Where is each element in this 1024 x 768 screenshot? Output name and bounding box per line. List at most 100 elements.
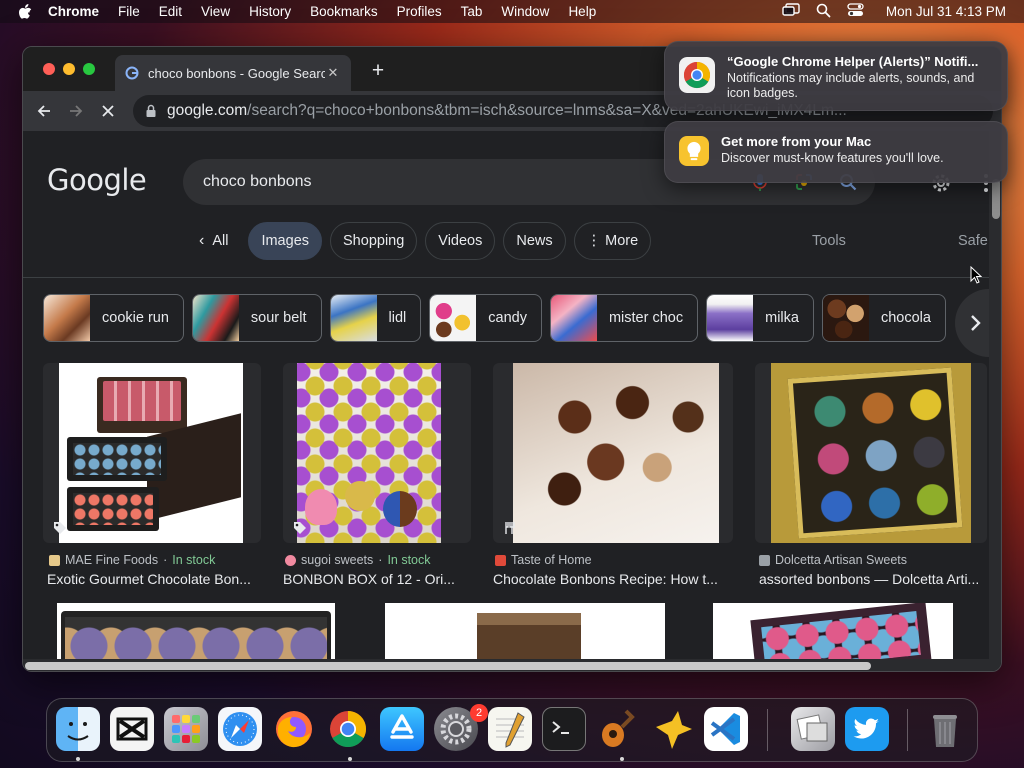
related-chip[interactable]: cookie run [43, 294, 184, 342]
tab-shopping[interactable]: Shopping [330, 222, 418, 260]
textedit-icon[interactable] [488, 707, 532, 751]
apple-menu-icon[interactable] [16, 3, 34, 21]
result-title[interactable]: Exotic Gourmet Chocolate Bon... [47, 571, 259, 587]
fullscreen-window-button[interactable] [83, 63, 95, 75]
related-chip[interactable]: sour belt [191, 294, 322, 342]
garageband-icon[interactable] [596, 707, 640, 751]
related-chip[interactable]: lidl [329, 294, 422, 342]
result-title[interactable]: assorted bonbons — Dolcetta Arti... [759, 571, 985, 587]
safesearch-button[interactable]: Safe [958, 233, 988, 249]
tab-videos[interactable]: Videos [425, 222, 496, 260]
result-image-bonbon-rows [297, 363, 441, 543]
menu-edit[interactable]: Edit [159, 4, 182, 19]
image-result[interactable]: Dolcetta Artisan Sweets assorted bonbons… [755, 363, 989, 593]
tab-news[interactable]: News [503, 222, 566, 260]
result-image[interactable] [385, 603, 665, 663]
menu-profiles[interactable]: Profiles [397, 4, 442, 19]
related-chip[interactable]: mister choc [549, 294, 699, 342]
result-title[interactable]: Chocolate Bonbons Recipe: How t... [493, 571, 727, 587]
result-image[interactable] [43, 363, 261, 543]
pointer-app-icon[interactable] [650, 707, 694, 751]
result-source[interactable]: sugoi sweets · In stock [285, 553, 431, 567]
google-logo[interactable]: Google [47, 163, 147, 197]
menu-view[interactable]: View [201, 4, 230, 19]
related-label: candy [488, 310, 527, 326]
finder-icon[interactable] [56, 707, 100, 751]
menu-history[interactable]: History [249, 4, 291, 19]
related-thumbnail [192, 295, 239, 341]
result-source[interactable]: Taste of Home [495, 553, 592, 567]
result-image-brown-box [477, 613, 581, 663]
launchpad-icon[interactable] [164, 707, 208, 751]
horizontal-scrollbar[interactable] [23, 659, 989, 671]
back-arrow-icon[interactable] [33, 100, 55, 122]
result-image[interactable] [493, 363, 733, 543]
forward-arrow-icon[interactable] [65, 100, 87, 122]
horizontal-scroll-thumb[interactable] [25, 662, 871, 670]
firefox-icon[interactable] [272, 707, 316, 751]
header-divider [23, 277, 989, 278]
stop-loading-icon[interactable] [97, 100, 119, 122]
spotlight-search-icon[interactable] [816, 3, 831, 21]
result-image[interactable] [57, 603, 335, 663]
result-source[interactable]: Dolcetta Artisan Sweets [759, 553, 907, 567]
image-result[interactable]: sugoi sweets · In stock BONBON BOX of 12… [283, 363, 473, 593]
tab-more[interactable]: ⋮ More [573, 222, 652, 260]
tab-images[interactable]: Images [248, 222, 323, 260]
image-result[interactable]: MAE Fine Foods · In stock Exotic Gourmet… [43, 363, 263, 593]
menu-tab[interactable]: Tab [461, 4, 483, 19]
dock-separator [907, 709, 908, 751]
tab-close-icon[interactable]: ✕ [325, 65, 341, 81]
result-image[interactable] [755, 363, 987, 543]
result-stock-status: In stock [172, 553, 216, 567]
capcut-icon[interactable] [110, 707, 154, 751]
related-chip[interactable]: milka [706, 294, 814, 342]
menu-help[interactable]: Help [568, 4, 596, 19]
new-tab-button[interactable]: + [367, 59, 389, 83]
menu-window[interactable]: Window [501, 4, 549, 19]
related-label: mister choc [608, 310, 684, 326]
stock-separator: · [378, 553, 383, 567]
tab-all[interactable]: ‹ All [187, 222, 240, 260]
app-store-icon[interactable] [380, 707, 424, 751]
notification-chrome-helper[interactable]: “Google Chrome Helper (Alerts)” Notifi..… [664, 41, 1008, 111]
safari-icon[interactable] [218, 707, 262, 751]
chrome-dock-icon[interactable] [326, 707, 370, 751]
tab-google-search[interactable]: choco bonbons - Google Search ✕ [115, 55, 351, 91]
menu-bar: Chrome File Edit View History Bookmarks … [0, 0, 1024, 23]
related-chip[interactable]: chocola [821, 294, 946, 342]
result-image[interactable] [713, 603, 953, 663]
related-label: milka [765, 310, 799, 326]
tools-button[interactable]: Tools [812, 233, 846, 249]
search-query: choco bonbons [203, 173, 312, 190]
vscode-icon[interactable] [704, 707, 748, 751]
vertical-scrollbar[interactable] [989, 131, 1001, 671]
preview-folder-icon[interactable] [791, 707, 835, 751]
related-chip[interactable]: candy [429, 294, 542, 342]
vertical-scroll-thumb[interactable] [992, 179, 1000, 219]
twitter-icon[interactable] [845, 707, 889, 751]
screen-mirroring-icon[interactable] [782, 3, 800, 20]
result-image[interactable] [283, 363, 471, 543]
image-result[interactable]: Taste of Home Chocolate Bonbons Recipe: … [493, 363, 733, 593]
trash-icon[interactable] [923, 707, 967, 751]
menu-clock[interactable]: Mon Jul 31 4:13 PM [886, 4, 1006, 19]
close-window-button[interactable] [43, 63, 55, 75]
terminal-icon[interactable] [542, 707, 586, 751]
lock-icon[interactable] [145, 104, 157, 118]
control-center-icon[interactable] [847, 3, 864, 20]
result-source[interactable]: MAE Fine Foods · In stock [49, 553, 215, 567]
result-stock-status: In stock [387, 553, 431, 567]
minimize-window-button[interactable] [63, 63, 75, 75]
related-searches: cookie run sour belt lidl candy mister c… [43, 294, 946, 342]
menu-file[interactable]: File [118, 4, 140, 19]
more-vert-icon: ⋮ [586, 233, 602, 249]
related-label: lidl [388, 310, 407, 326]
menu-app-name[interactable]: Chrome [48, 4, 99, 19]
menu-bookmarks[interactable]: Bookmarks [310, 4, 378, 19]
related-thumbnail [822, 295, 869, 341]
result-title[interactable]: BONBON BOX of 12 - Ori... [283, 571, 459, 587]
result-image-dark-box [61, 611, 331, 663]
dock: 2 [46, 698, 978, 762]
notification-tips[interactable]: Get more from your Mac Discover must-kno… [664, 121, 1008, 183]
